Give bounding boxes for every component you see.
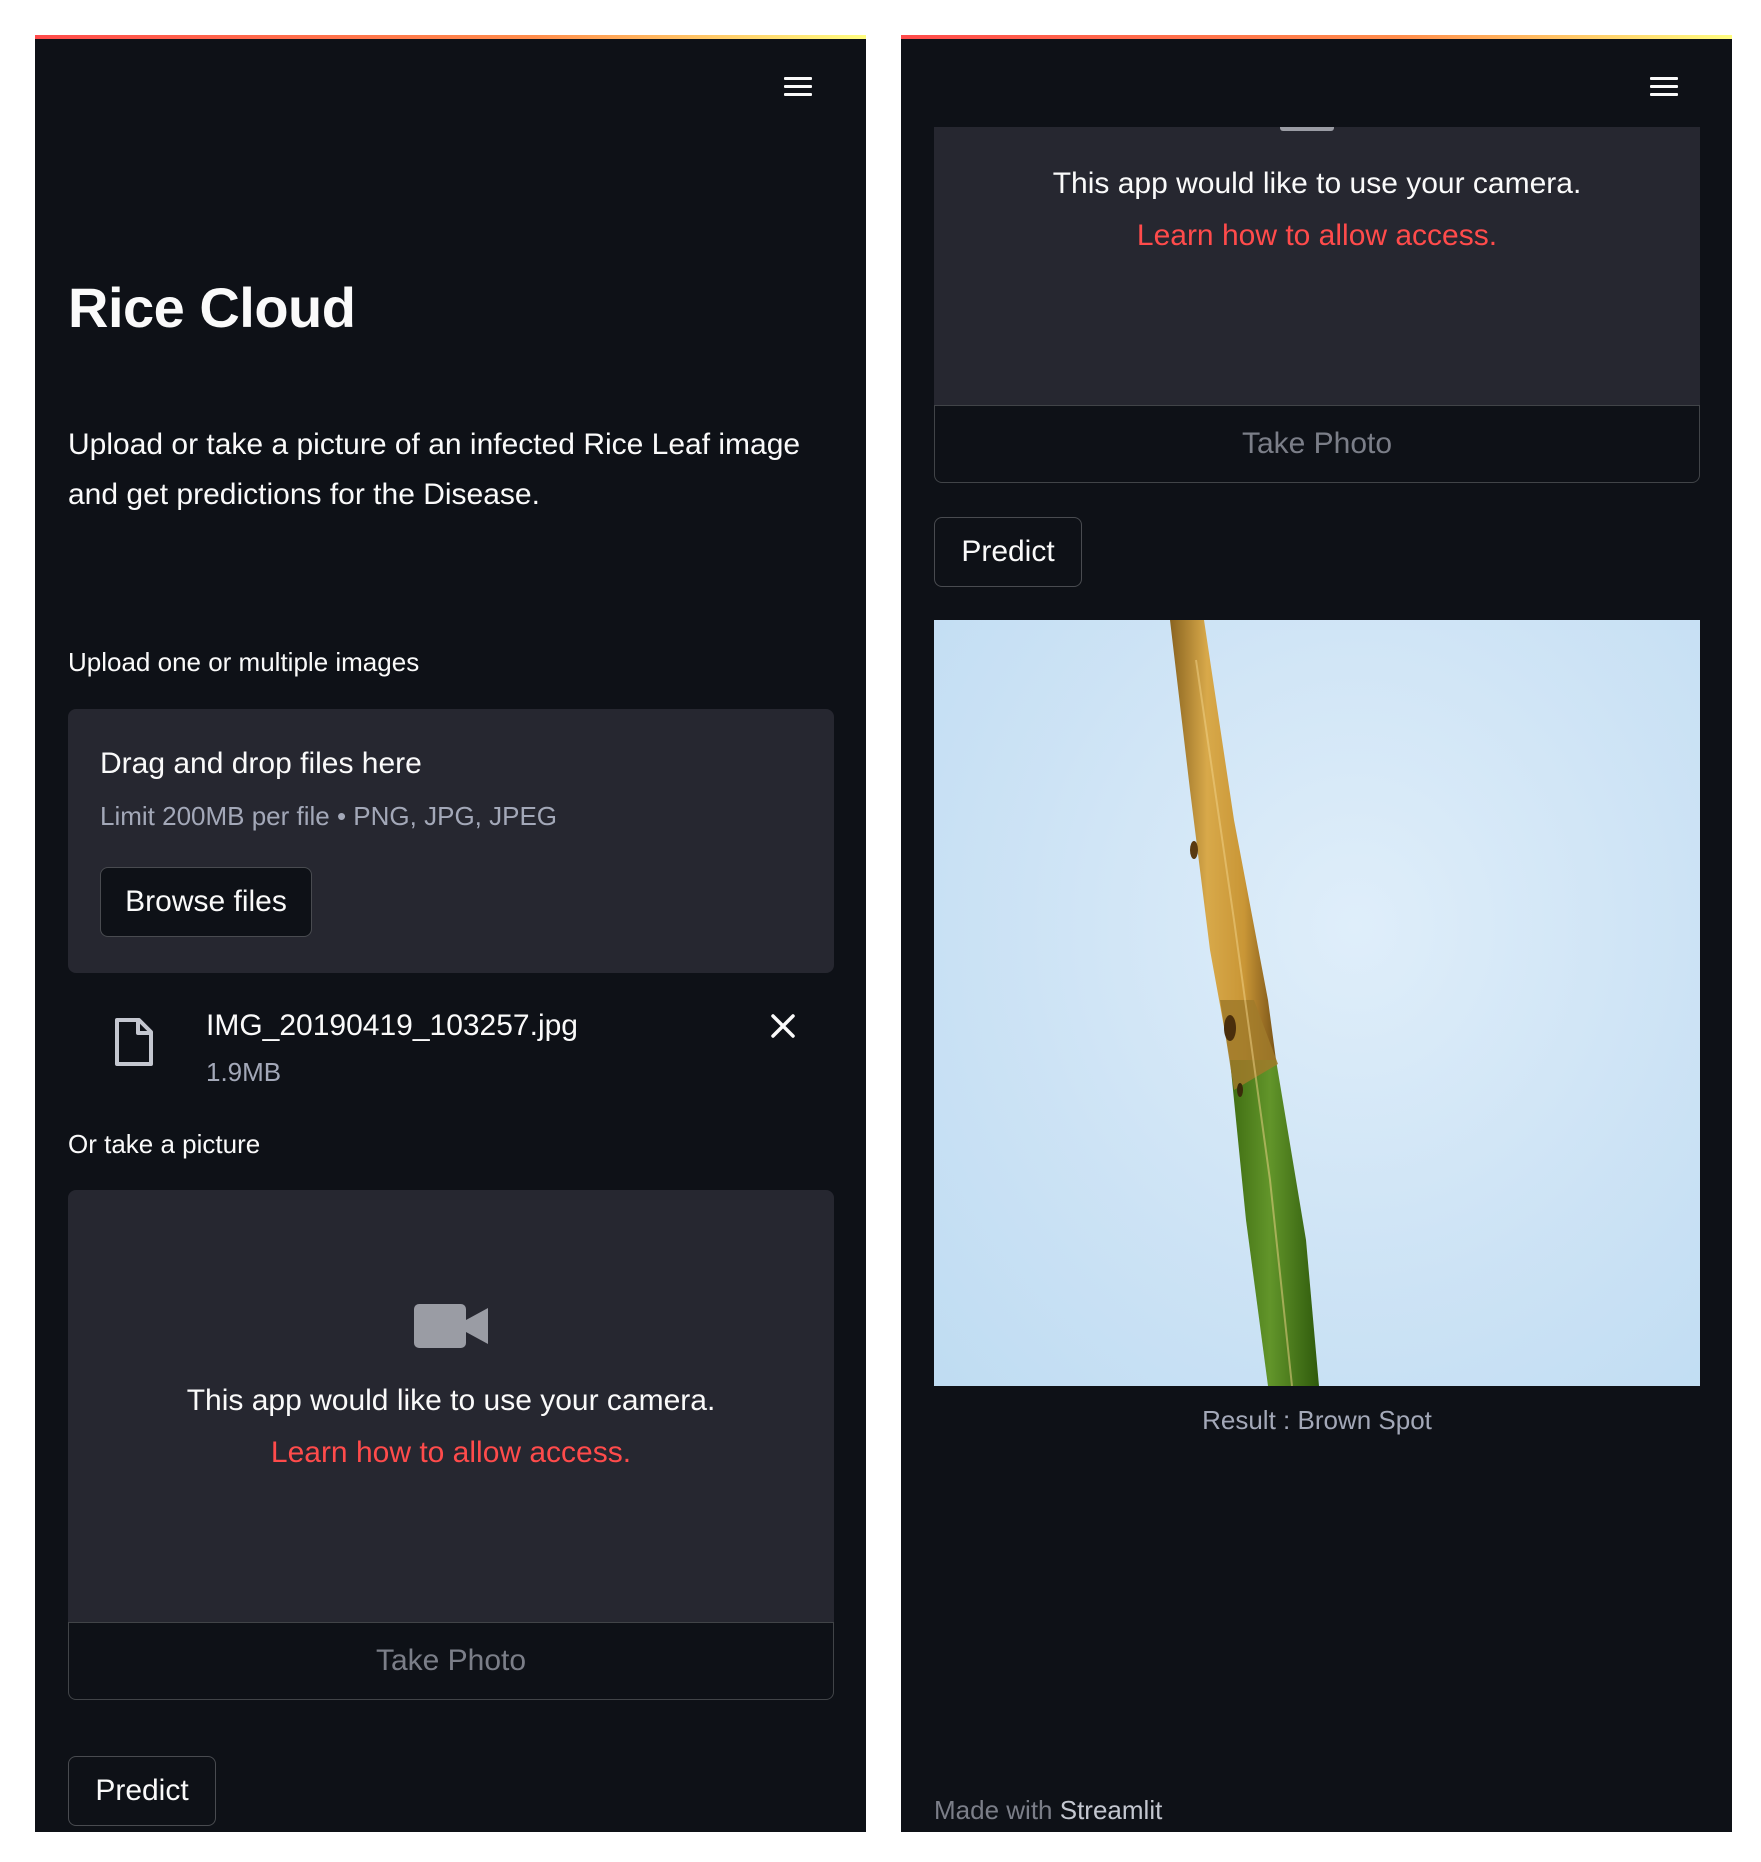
take-photo-button[interactable]: Take Photo [68, 1622, 834, 1700]
hamburger-menu-icon[interactable] [1648, 71, 1682, 101]
rice-leaf-picture [1170, 620, 1319, 1386]
camera-access-link[interactable]: Learn how to allow access. [68, 1436, 834, 1470]
dropzone-limit: Limit 200MB per file • PNG, JPG, JPEG [100, 801, 558, 831]
dropzone-title: Drag and drop files here [100, 747, 422, 780]
file-name: IMG_20190419_103257.jpg [206, 1009, 578, 1042]
file-size: 1.9MB [206, 1057, 282, 1087]
uploaded-leaf-image [934, 620, 1700, 1386]
close-icon[interactable] [768, 1011, 798, 1041]
uploaded-file-item: IMG_20190419_103257.jpg 1.9MB [68, 985, 834, 1095]
take-photo-button[interactable]: Take Photo [934, 405, 1700, 483]
predict-button[interactable]: Predict [68, 1756, 216, 1826]
footer: Made with Streamlit [934, 1795, 1162, 1826]
left-screen: Rice Cloud Upload or take a picture of a… [35, 35, 866, 1832]
camera-access-link[interactable]: Learn how to allow access. [934, 219, 1700, 253]
camera-permission-message: This app would like to use your camera. [186, 1384, 716, 1417]
page-title: Rice Cloud [68, 276, 356, 339]
decoration-bar [35, 35, 866, 39]
camera-permission-message: This app would like to use your camera. [1052, 167, 1582, 200]
browse-files-button[interactable]: Browse files [100, 867, 312, 937]
page-description: Upload or take a picture of an infected … [68, 428, 801, 511]
video-camera-icon [1280, 127, 1334, 131]
camera-label: Or take a picture [68, 1129, 261, 1159]
file-dropzone[interactable]: Drag and drop files here Limit 200MB per… [68, 709, 834, 973]
camera-preview: This app would like to use your camera. … [934, 127, 1700, 405]
uploader-label: Upload one or multiple images [68, 647, 420, 677]
right-screen: This app would like to use your camera. … [901, 35, 1732, 1832]
footer-prefix: Made with [934, 1795, 1053, 1825]
camera-preview: This app would like to use your camera. … [68, 1190, 834, 1622]
video-camera-icon [414, 1304, 488, 1348]
streamlit-link[interactable]: Streamlit [1060, 1795, 1163, 1825]
predict-button[interactable]: Predict [934, 517, 1082, 587]
result-caption: Result : Brown Spot [1202, 1405, 1432, 1435]
decoration-bar [901, 35, 1732, 39]
file-icon [115, 1018, 153, 1066]
hamburger-menu-icon[interactable] [782, 71, 816, 101]
